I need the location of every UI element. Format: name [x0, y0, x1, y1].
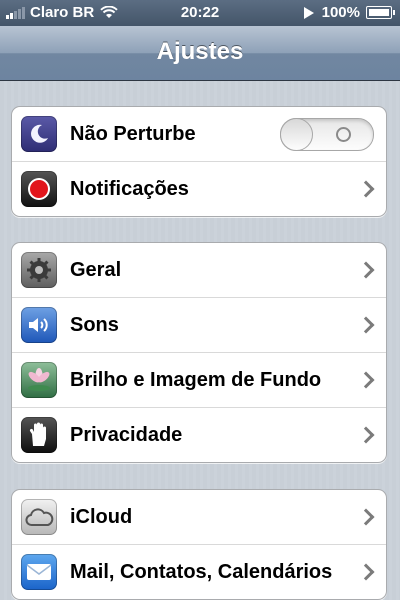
cloud-icon — [21, 499, 57, 535]
chevron-right-icon — [357, 426, 375, 444]
settings-row-mail-contacts-calendars[interactable]: Mail, Contatos, Calendários — [12, 545, 386, 599]
hand-icon — [21, 417, 57, 453]
status-bar: Claro BR 20:22 100% — [0, 0, 400, 26]
page-title: Ajustes — [156, 38, 244, 65]
settings-row-privacy[interactable]: Privacidade — [12, 408, 386, 462]
chevron-right-icon — [357, 316, 375, 334]
settings-row-label: Mail, Contatos, Calendários — [70, 560, 333, 583]
settings-group-1: Não Perturbe Notificações — [11, 106, 387, 217]
settings-group-2: Geral Sons Brilho e Imagem de Fundo Priv… — [11, 242, 387, 463]
settings-row-notifications[interactable]: Notificações — [12, 162, 386, 216]
navigation-bar: Ajustes — [0, 26, 400, 81]
mail-icon — [21, 554, 57, 590]
settings-row-label: iCloud — [70, 505, 133, 528]
chevron-right-icon — [357, 371, 375, 389]
toggle-knob — [280, 118, 313, 151]
settings-row-sounds[interactable]: Sons — [12, 298, 386, 353]
chevron-right-icon — [357, 261, 375, 279]
flower-icon — [21, 362, 57, 398]
settings-row-brightness-wallpaper[interactable]: Brilho e Imagem de Fundo — [12, 353, 386, 408]
settings-row-do-not-disturb[interactable]: Não Perturbe — [12, 107, 386, 162]
moon-icon — [21, 116, 57, 152]
chevron-right-icon — [357, 563, 375, 581]
play-icon — [303, 6, 314, 19]
settings-row-label: Não Perturbe — [70, 122, 196, 145]
settings-group-3: iCloud Mail, Contatos, Calendários — [11, 489, 387, 600]
settings-row-general[interactable]: Geral — [12, 243, 386, 298]
battery-icon — [366, 6, 395, 19]
settings-row-icloud[interactable]: iCloud — [12, 490, 386, 545]
do-not-disturb-toggle[interactable] — [280, 118, 374, 151]
gear-icon — [21, 252, 57, 288]
toggle-off-icon — [336, 127, 351, 142]
settings-row-label: Sons — [70, 313, 119, 336]
notifications-icon — [21, 171, 57, 207]
speaker-icon — [21, 307, 57, 343]
chevron-right-icon — [357, 180, 375, 198]
chevron-right-icon — [357, 508, 375, 526]
settings-row-label: Geral — [70, 258, 122, 281]
battery-percent: 100% — [321, 4, 360, 21]
settings-row-label: Privacidade — [70, 423, 183, 446]
settings-row-label: Brilho e Imagem de Fundo — [70, 368, 322, 391]
settings-row-label: Notificações — [70, 177, 189, 200]
